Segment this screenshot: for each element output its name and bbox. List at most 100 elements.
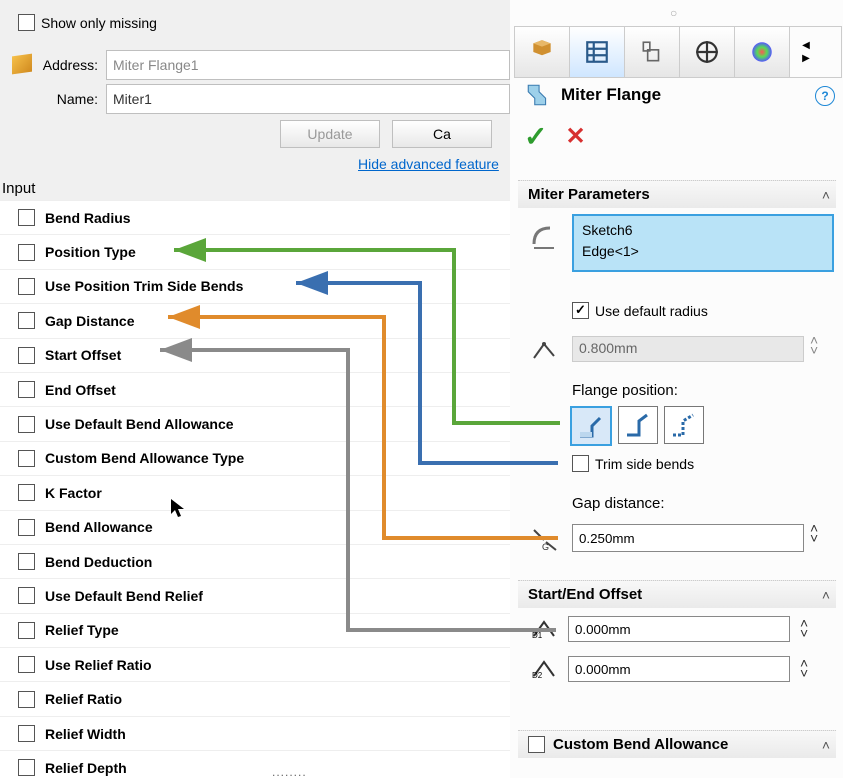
section-miter-parameters[interactable]: Miter Parameters ˄ <box>518 180 836 208</box>
address-label: Address: <box>40 57 98 73</box>
svg-text:D2: D2 <box>532 671 543 680</box>
input-label: Relief Type <box>45 622 119 638</box>
end-offset-input[interactable] <box>568 656 790 682</box>
input-label: Bend Allowance <box>45 519 153 535</box>
input-label: Gap Distance <box>45 313 134 329</box>
input-row[interactable]: Relief Ratio <box>0 681 510 715</box>
input-row[interactable]: Relief Width <box>0 716 510 750</box>
help-icon[interactable]: ? <box>815 86 835 106</box>
input-label: K Factor <box>45 485 102 501</box>
gap-distance-input[interactable] <box>572 524 804 552</box>
use-default-radius-checkbox[interactable] <box>572 302 589 319</box>
property-manager-title-row: Miter Flange <box>525 82 661 108</box>
input-checkbox[interactable] <box>18 450 35 467</box>
input-label: End Offset <box>45 382 116 398</box>
input-checkbox[interactable] <box>18 656 35 673</box>
name-input[interactable] <box>106 84 510 114</box>
input-row[interactable]: Bend Allowance <box>0 510 510 544</box>
input-row[interactable]: Custom Bend Allowance Type <box>0 441 510 475</box>
gap-distance-icon: G <box>530 526 560 552</box>
driveworks-dialog: Show only missing Address: Name: Update … <box>0 0 510 778</box>
bend-radius-icon <box>530 338 558 364</box>
input-row[interactable]: Start Offset <box>0 338 510 372</box>
show-only-missing-row: Show only missing <box>18 14 157 31</box>
tab-display-manager[interactable] <box>735 27 790 77</box>
end-offset-icon: D2 <box>530 658 558 680</box>
input-row[interactable]: Use Default Bend Allowance <box>0 406 510 440</box>
input-checkbox[interactable] <box>18 691 35 708</box>
hide-advanced-feature-link[interactable]: Hide advanced feature <box>358 156 499 172</box>
input-checkbox[interactable] <box>18 416 35 433</box>
input-label: Relief Width <box>45 726 126 742</box>
profile-sketch-icon <box>528 222 558 252</box>
input-label: Relief Depth <box>45 760 127 776</box>
input-checkbox[interactable] <box>18 244 35 261</box>
end-offset-spinner[interactable]: ˄˅ <box>800 659 808 679</box>
resize-grip[interactable]: ........ <box>272 765 307 778</box>
cancel-x-button[interactable]: ✕ <box>565 122 585 151</box>
input-checkbox[interactable] <box>18 484 35 501</box>
input-checkbox[interactable] <box>18 725 35 742</box>
input-checkbox[interactable] <box>18 553 35 570</box>
input-row[interactable]: Bend Radius <box>0 200 510 234</box>
input-label: Bend Radius <box>45 210 131 226</box>
start-offset-icon: D1 <box>530 618 558 640</box>
input-row[interactable]: Position Type <box>0 234 510 268</box>
start-offset-spinner[interactable]: ˄˅ <box>800 619 808 639</box>
input-label: Use Default Bend Relief <box>45 588 203 604</box>
selection-item-2[interactable]: Edge<1> <box>582 241 824 262</box>
input-row[interactable]: Relief Depth <box>0 750 510 778</box>
input-checkbox[interactable] <box>18 278 35 295</box>
input-row[interactable]: Use Position Trim Side Bends <box>0 269 510 303</box>
section-custom-bend-allowance[interactable]: Custom Bend Allowance ˄ <box>518 730 836 758</box>
input-checkbox[interactable] <box>18 381 35 398</box>
panel-grip-icon[interactable]: ○ <box>670 6 677 20</box>
input-list: Bend Radius Position Type Use Position Tri… <box>0 200 510 778</box>
input-row[interactable]: Use Default Bend Relief <box>0 578 510 612</box>
cancel-button[interactable]: Ca <box>392 120 492 148</box>
input-row[interactable]: Use Relief Ratio <box>0 647 510 681</box>
trim-side-bends-checkbox[interactable] <box>572 455 589 472</box>
input-label: Use Position Trim Side Bends <box>45 278 243 294</box>
input-checkbox[interactable] <box>18 622 35 639</box>
input-checkbox[interactable] <box>18 759 35 776</box>
tab-scroll-arrows[interactable]: ◀▶ <box>790 27 822 77</box>
tab-property-manager[interactable] <box>570 27 625 77</box>
input-checkbox[interactable] <box>18 587 35 604</box>
input-label: Relief Ratio <box>45 691 122 707</box>
input-row[interactable]: End Offset <box>0 372 510 406</box>
flange-position-buttons <box>570 406 704 446</box>
input-checkbox[interactable] <box>18 347 35 364</box>
tab-dim-expert[interactable] <box>680 27 735 77</box>
property-manager-panel: ○ ◀▶ Miter Flange ? <box>510 0 843 778</box>
input-row[interactable]: Relief Type <box>0 613 510 647</box>
trim-side-bends-label: Trim side bends <box>595 456 694 472</box>
selection-item-1[interactable]: Sketch6 <box>582 220 824 241</box>
input-row[interactable]: Gap Distance <box>0 303 510 337</box>
selection-box[interactable]: Sketch6 Edge<1> <box>572 214 834 272</box>
start-offset-input[interactable] <box>568 616 790 642</box>
tab-feature-tree[interactable] <box>515 27 570 77</box>
flange-position-bend-outside[interactable] <box>664 406 704 444</box>
show-only-missing-checkbox[interactable] <box>18 14 35 31</box>
tab-configuration-manager[interactable] <box>625 27 680 77</box>
custom-bend-allowance-checkbox[interactable] <box>528 736 545 753</box>
flange-position-material-inside[interactable] <box>570 406 612 446</box>
input-row[interactable]: K Factor <box>0 475 510 509</box>
feature-manager-tabbar: ◀▶ <box>514 26 842 78</box>
input-checkbox[interactable] <box>18 209 35 226</box>
input-label: Start Offset <box>45 347 121 363</box>
cube-icon <box>12 54 32 75</box>
section-start-end-offset[interactable]: Start/End Offset ˄ <box>518 580 836 608</box>
input-row[interactable]: Bend Deduction <box>0 544 510 578</box>
flange-position-material-outside[interactable] <box>618 406 658 444</box>
gap-distance-spinner[interactable]: ˄˅ <box>810 524 818 544</box>
input-label: Use Default Bend Allowance <box>45 416 234 432</box>
svg-text:D1: D1 <box>532 631 543 640</box>
update-button[interactable]: Update <box>280 120 380 148</box>
address-input[interactable] <box>106 50 510 80</box>
chevron-up-icon: ˄ <box>822 587 830 603</box>
input-checkbox[interactable] <box>18 312 35 329</box>
input-checkbox[interactable] <box>18 519 35 536</box>
ok-button[interactable]: ✓ <box>524 120 547 153</box>
